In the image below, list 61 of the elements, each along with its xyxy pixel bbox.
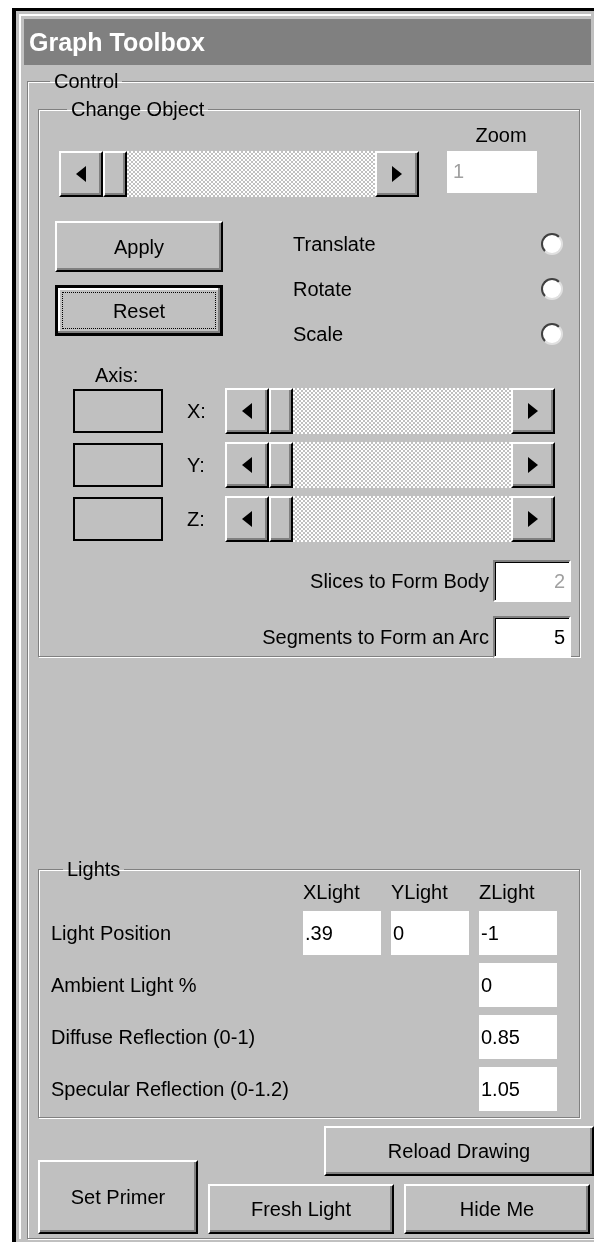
scroll-arrow-button[interactable]: [59, 151, 103, 197]
right-triangle-icon: [528, 457, 538, 473]
scrollbar[interactable]: [225, 496, 555, 542]
radio-button[interactable]: [541, 322, 563, 345]
push-button[interactable]: Fresh Light: [208, 1184, 394, 1234]
axis-label: Axis:: [95, 363, 139, 388]
push-button[interactable]: Set Primer: [38, 1160, 198, 1234]
scroll-arrow-button[interactable]: [225, 388, 269, 434]
left-triangle-icon: [242, 403, 252, 419]
left-triangle-icon: [242, 511, 252, 527]
scroll-arrow-button[interactable]: [375, 151, 419, 197]
left-triangle-icon: [76, 166, 86, 182]
column-header: YLight: [391, 881, 449, 903]
axis-name-label: Y:: [187, 453, 206, 478]
mode-label: Rotate: [293, 276, 352, 302]
left-triangle-icon: [242, 457, 252, 473]
push-button[interactable]: Apply: [55, 221, 223, 272]
radio-button[interactable]: [541, 232, 563, 255]
scroll-thumb[interactable]: [269, 442, 293, 488]
light-setting-label: Diffuse Reflection (0-1): [51, 1025, 257, 1050]
column-header: ZLight: [479, 881, 536, 903]
scroll-arrow-button[interactable]: [511, 496, 555, 542]
scroll-arrow-button[interactable]: [225, 496, 269, 542]
radio-button[interactable]: [541, 277, 563, 300]
light-setting-label: Specular Reflection (0-1.2): [51, 1077, 290, 1102]
scroll-thumb[interactable]: [269, 388, 293, 434]
scroll-thumb[interactable]: [103, 151, 127, 197]
number-field[interactable]: 0: [479, 963, 557, 1007]
group-label: Lights: [66, 857, 122, 881]
push-button[interactable]: Hide Me: [404, 1184, 590, 1234]
push-button[interactable]: Reset: [55, 285, 223, 336]
scrollbar[interactable]: [225, 388, 555, 434]
zoom-label: Zoom: [475, 123, 527, 148]
number-field[interactable]: 0.85: [479, 1015, 557, 1059]
scroll-arrow-button[interactable]: [225, 442, 269, 488]
right-triangle-icon: [528, 511, 538, 527]
scroll-arrow-button[interactable]: [511, 442, 555, 488]
push-button[interactable]: Reload Drawing: [324, 1126, 594, 1176]
window-title: Graph Toolbox: [24, 19, 591, 65]
light-setting-label: Ambient Light %: [51, 973, 198, 998]
number-field[interactable]: 0: [391, 911, 469, 955]
group-label: Control: [53, 69, 120, 93]
scrollbar[interactable]: [59, 151, 419, 197]
scroll-thumb[interactable]: [269, 496, 293, 542]
setting-label: Slices to Form Body: [310, 569, 489, 594]
axis-name-label: Z:: [187, 507, 206, 532]
setting-label: Segments to Form an Arc: [262, 625, 489, 650]
right-triangle-icon: [392, 166, 402, 182]
right-triangle-icon: [528, 403, 538, 419]
light-setting-label: Light Position: [51, 921, 173, 946]
group-label: Change Object: [70, 97, 206, 121]
number-field[interactable]: 1.05: [479, 1067, 557, 1111]
column-header: XLight: [303, 881, 361, 903]
scroll-arrow-button[interactable]: [511, 388, 555, 434]
mode-label: Scale: [293, 321, 344, 347]
axis-name-label: X:: [187, 399, 207, 424]
scrollbar[interactable]: [225, 442, 555, 488]
mode-label: Translate: [293, 231, 376, 257]
number-field[interactable]: 5: [493, 616, 571, 658]
number-field[interactable]: .39: [303, 911, 381, 955]
number-field[interactable]: -1: [479, 911, 557, 955]
